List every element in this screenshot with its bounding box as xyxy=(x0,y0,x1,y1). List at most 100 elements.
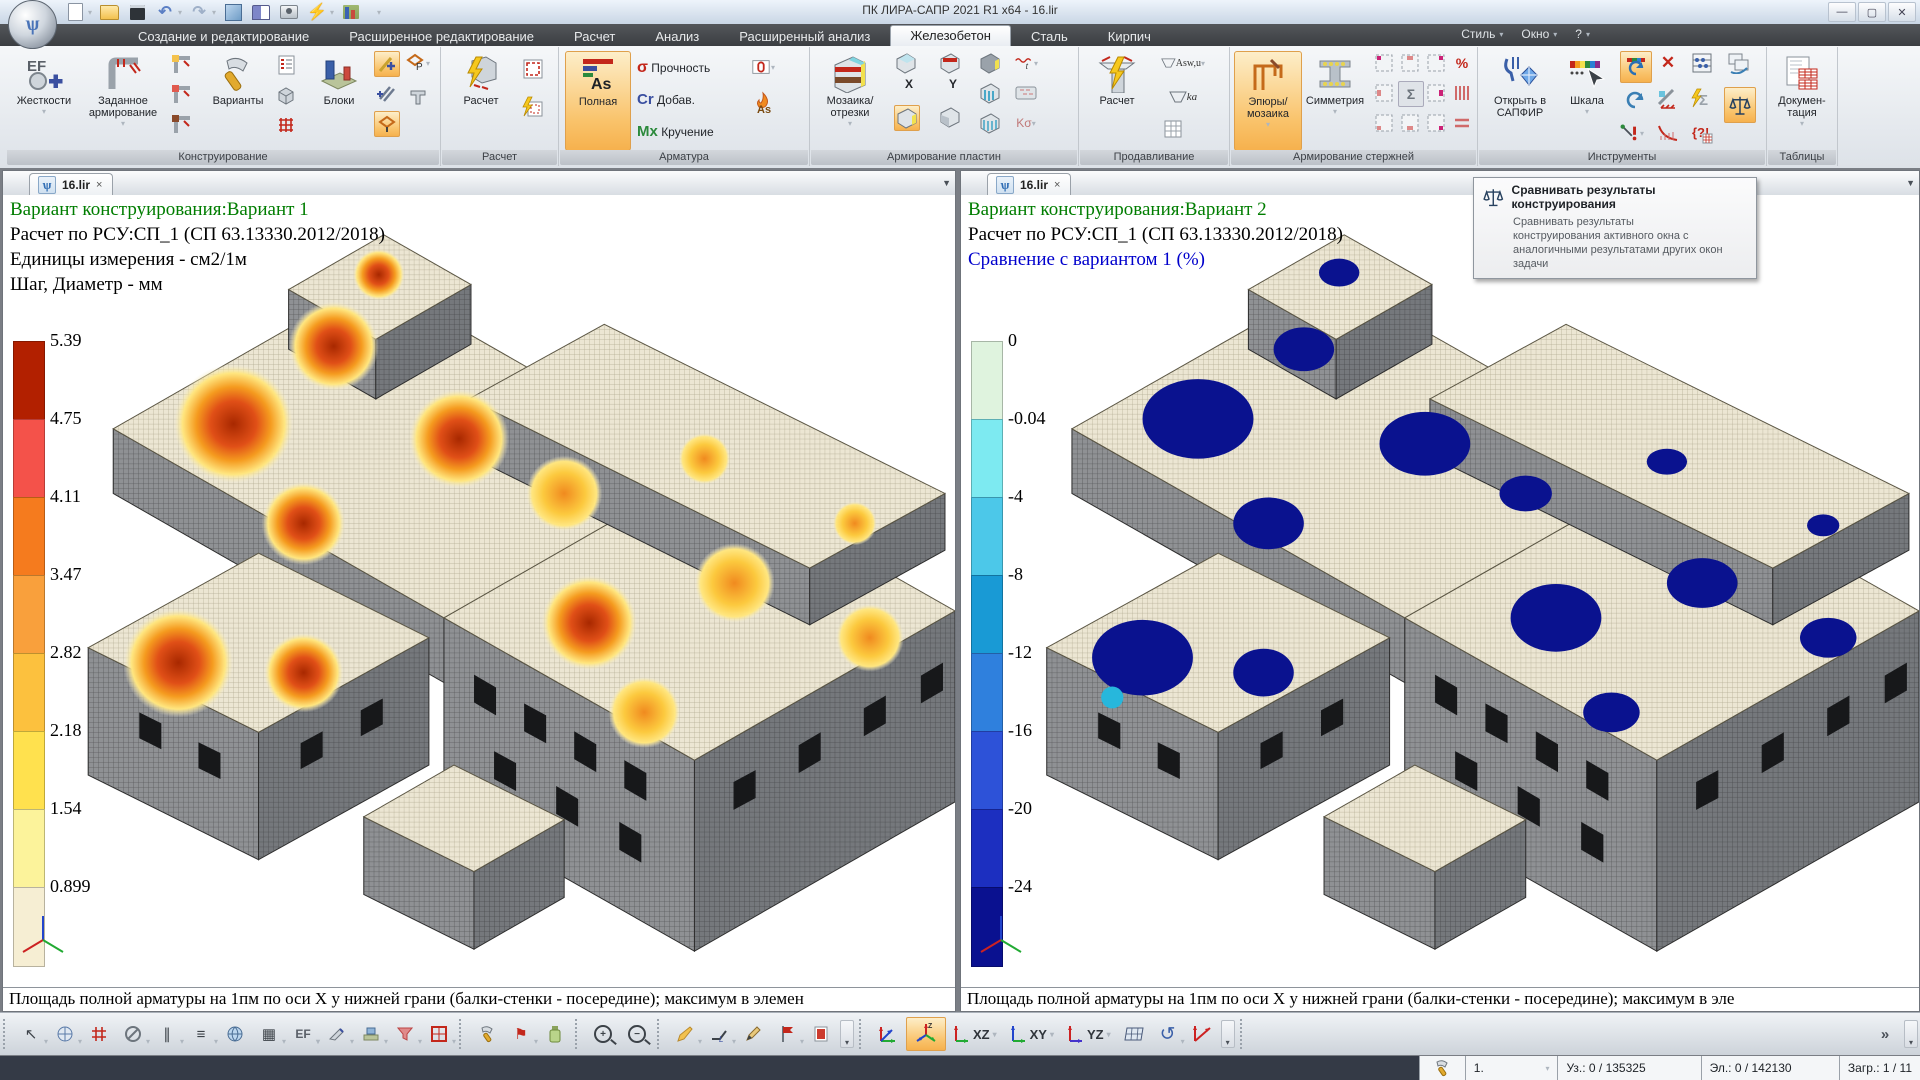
tab-advanced-edit[interactable]: Расширенное редактирование xyxy=(329,26,554,46)
add-design-wand-button[interactable] xyxy=(374,51,400,77)
punching-table-button[interactable] xyxy=(1161,117,1185,141)
plate-cube-y-bottom-button[interactable] xyxy=(938,105,962,129)
reinf-node-button-1[interactable] xyxy=(170,53,194,77)
document-tab[interactable]: ѱ 16.lir × xyxy=(987,173,1071,195)
plate-shear-button[interactable] xyxy=(978,51,1002,75)
longitudinal-button[interactable] xyxy=(1450,111,1474,135)
calc-settings-button[interactable] xyxy=(521,57,545,81)
strength-button[interactable]: σ Прочность xyxy=(637,59,710,77)
refresh-results-button[interactable] xyxy=(1620,51,1652,83)
close-tab-icon[interactable]: × xyxy=(96,179,102,191)
fragment-grid-button[interactable]: ▾ xyxy=(424,1020,454,1048)
flag-single-button[interactable]: ▾ xyxy=(772,1020,802,1048)
view-xy-button[interactable]: XY▾ xyxy=(1003,1018,1060,1050)
document-tab[interactable]: ѱ 16.lir × xyxy=(29,173,113,195)
close-button[interactable]: ✕ xyxy=(1888,2,1916,22)
window-menu[interactable]: Окно▾ xyxy=(1521,27,1557,41)
abacus-button[interactable] xyxy=(1690,51,1714,75)
polyline-pen-button[interactable]: L▾ xyxy=(704,1020,734,1048)
question-grid-button[interactable]: {?! xyxy=(1690,121,1714,145)
cut-section-button[interactable]: ▾ xyxy=(322,1020,352,1048)
compare-results-button[interactable] xyxy=(1724,87,1756,123)
user-axes-button[interactable] xyxy=(1187,1020,1217,1048)
pan-view-button[interactable]: ▾ xyxy=(50,1020,80,1048)
bars-epures-button[interactable]: Эпюры/мозаика▾ xyxy=(1234,51,1302,151)
tab-steel[interactable]: Сталь xyxy=(1011,26,1088,46)
open-sapfir-button[interactable]: Открыть в САПФИР xyxy=(1484,51,1556,149)
plate-cube-y-top-button[interactable] xyxy=(938,51,962,75)
bars-bottom-2-button[interactable] xyxy=(1398,111,1422,135)
section-columns-button[interactable]: ∥▾ xyxy=(152,1020,182,1048)
t-beam-button[interactable] xyxy=(406,85,430,109)
scale-settings-button[interactable]: Шкала▾ xyxy=(1560,51,1614,149)
variant-grid-button[interactable] xyxy=(274,113,298,137)
toolbar-overflow-button[interactable]: ▾ xyxy=(1221,1020,1235,1048)
section-frame-button[interactable]: ▾ xyxy=(751,55,775,79)
bars-bottom-1-button[interactable] xyxy=(1372,111,1396,135)
rebar-full-button[interactable]: As Полная xyxy=(565,51,631,151)
erase-selection-button[interactable]: ▾ xyxy=(118,1020,148,1048)
rotate-view-button[interactable]: ↺▾ xyxy=(1153,1020,1183,1048)
blocks-button[interactable]: Блоки xyxy=(310,51,368,149)
given-reinforcement-button[interactable]: Заданное армирование▾ xyxy=(80,51,166,149)
toolbar-overflow-button[interactable]: ▾ xyxy=(1904,1020,1918,1048)
minimize-button[interactable]: — xyxy=(1828,2,1856,22)
additional-button[interactable]: Cr Добав. xyxy=(637,91,695,108)
pointer-select-button[interactable]: ↖▾ xyxy=(16,1020,46,1048)
stiffness-button[interactable]: EF Жесткости▾ xyxy=(12,51,76,149)
tab-advanced-analysis[interactable]: Расширенный анализ xyxy=(719,26,890,46)
variant-list-button[interactable] xyxy=(274,53,298,77)
tab-create-edit[interactable]: Создание и редактирование xyxy=(118,26,329,46)
mesh-grid-button[interactable]: ▦▾ xyxy=(254,1020,284,1048)
toolbar-handle[interactable] xyxy=(859,1019,867,1049)
bars-corners-2-button[interactable] xyxy=(1398,51,1422,75)
help-menu[interactable]: ?▾ xyxy=(1575,27,1590,41)
tab-calculation[interactable]: Расчет xyxy=(554,26,635,46)
fem-model-variant1[interactable] xyxy=(3,195,955,986)
marker-button[interactable] xyxy=(540,1020,570,1048)
list-menu-button[interactable]: ≡▾ xyxy=(186,1020,216,1048)
toolbar-handle[interactable] xyxy=(3,1019,11,1049)
vertical-gradient-button[interactable] xyxy=(806,1020,836,1048)
plate-cube-x-bottom-button[interactable] xyxy=(894,105,920,131)
toolbar-overflow-button[interactable]: ▾ xyxy=(840,1020,854,1048)
percent-reinf-button[interactable]: % xyxy=(1450,51,1474,75)
calc-selected-button[interactable] xyxy=(521,95,545,119)
plate-p-button[interactable]: P▾ xyxy=(406,51,430,75)
projection-plane-button[interactable] xyxy=(1119,1020,1149,1048)
view-yz-button[interactable]: YZ▾ xyxy=(1060,1018,1117,1050)
stiffness-display-button[interactable]: EF▾ xyxy=(288,1020,318,1048)
sync-windows-button[interactable] xyxy=(1724,51,1754,75)
reinf-node-button-2[interactable] xyxy=(170,83,194,107)
result-curve-button[interactable] xyxy=(1656,121,1680,145)
bars-sum-button[interactable]: Σ xyxy=(1398,81,1424,107)
tabstrip-menu-button[interactable]: ▼ xyxy=(942,178,951,188)
variant-model-button[interactable] xyxy=(274,83,298,107)
viewport-left[interactable]: Вариант конструирования:Вариант 1 Расчет… xyxy=(3,195,955,986)
calc-run-button[interactable]: Расчет xyxy=(449,51,513,149)
bars-side2-button[interactable] xyxy=(1424,81,1448,105)
assemble-blocks-button[interactable]: ▾ xyxy=(356,1020,386,1048)
tab-analysis[interactable]: Анализ xyxy=(635,26,719,46)
stirrups-button[interactable] xyxy=(1450,81,1474,105)
zoom-in-button[interactable]: + xyxy=(588,1020,618,1048)
paint-results-button[interactable]: ▾ xyxy=(670,1020,700,1048)
plate-design-button[interactable] xyxy=(374,111,400,137)
close-tab-icon[interactable]: × xyxy=(1054,179,1060,191)
application-menu-button[interactable]: ѱ xyxy=(8,0,57,49)
add-bars-button[interactable] xyxy=(374,81,398,105)
variants-button[interactable]: Варианты xyxy=(206,51,270,149)
maximize-button[interactable]: ▢ xyxy=(1858,2,1886,22)
torsion-button[interactable]: Mx Кручение xyxy=(637,123,714,140)
documentation-button[interactable]: Докумен-тация▾ xyxy=(1770,51,1834,149)
isometric-view-button[interactable] xyxy=(870,1018,906,1050)
rebuild-hammer-button[interactable] xyxy=(472,1020,502,1048)
block-selector-dropdown[interactable]: 1.▾ xyxy=(1465,1056,1558,1080)
aswu-button[interactable]: Asw,u▾ xyxy=(1161,51,1205,75)
style-menu[interactable]: Стиль▾ xyxy=(1461,27,1503,41)
viewport-right[interactable]: Вариант конструирования:Вариант 2 Расчет… xyxy=(961,195,1919,986)
plate-stripes-2-button[interactable] xyxy=(978,111,1002,135)
bars-symmetry-button[interactable]: Симметрия▾ xyxy=(1302,51,1368,149)
plate-stripes-1-button[interactable] xyxy=(978,81,1002,105)
crack-width-button[interactable]: t▾ xyxy=(1014,51,1038,75)
